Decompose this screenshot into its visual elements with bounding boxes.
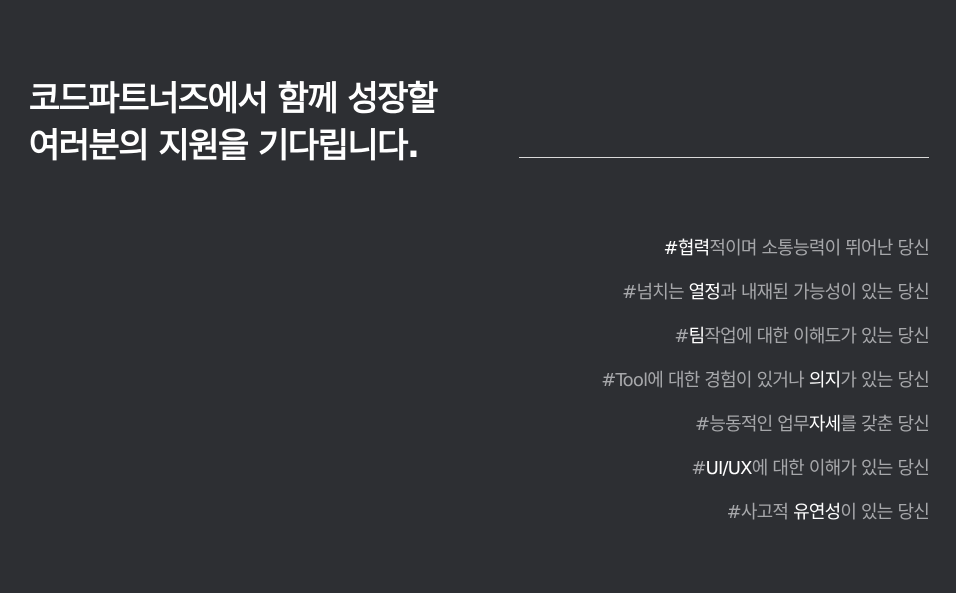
trait-collaboration: #협력적이며 소통능력이 뛰어난 당신	[601, 232, 930, 276]
trait-flexibility: #사고적 유연성이 있는 당신	[601, 496, 930, 540]
trait-text: #능동적인 업무	[695, 414, 810, 435]
trait-text: 과 내재된 가능성이 있는 당신	[720, 282, 930, 303]
trait-keyword: 의지	[808, 370, 841, 391]
trait-keyword: #협력	[663, 238, 711, 259]
trait-ui-ux: #UI/UX에 대한 이해가 있는 당신	[601, 452, 929, 496]
ideal-candidate-list: #협력적이며 소통능력이 뛰어난 당신 #넘치는 열정과 내재된 가능성이 있는…	[601, 232, 930, 540]
trait-text: 이 있는 당신	[840, 502, 929, 523]
trait-text: 를 갖춘 당신	[840, 414, 929, 435]
headline-line-1: 코드파트너즈에서 함께 성장할	[29, 79, 438, 119]
trait-keyword: 열정	[688, 282, 721, 303]
trait-attitude: #능동적인 업무자세를 갖춘 당신	[601, 408, 930, 452]
trait-text: #사고적	[726, 502, 794, 523]
trait-keyword: UI/UX	[705, 458, 753, 479]
trait-keyword: 자세	[808, 414, 841, 435]
trait-keyword: 팀	[688, 326, 706, 347]
trait-passion: #넘치는 열정과 내재된 가능성이 있는 당신	[601, 276, 930, 320]
trait-text: 가 있는 당신	[840, 370, 929, 391]
trait-text: #넘치는	[622, 282, 689, 303]
trait-teamwork: #팀작업에 대한 이해도가 있는 당신	[601, 320, 929, 364]
headline-line-2: 여러분의 지원을 기다립니다.	[29, 126, 420, 166]
trait-text: #	[691, 458, 706, 479]
trait-tool-experience: #Tool에 대한 경험이 있거나 의지가 있는 당신	[601, 364, 930, 408]
trait-text: 작업에 대한 이해도가 있는 당신	[704, 326, 929, 347]
trait-text: 에 대한 이해가 있는 당신	[751, 458, 930, 479]
recruit-headline: 코드파트너즈에서 함께 성장할 여러분의 지원을 기다립니다.	[29, 76, 438, 170]
trait-text: 적이며 소통능력이 뛰어난 당신	[709, 238, 929, 259]
trait-keyword: 유연성	[793, 502, 841, 523]
headline-divider	[519, 157, 929, 158]
trait-text: #Tool에 대한 경험이 있거나	[601, 370, 809, 391]
trait-text: #	[674, 326, 689, 347]
